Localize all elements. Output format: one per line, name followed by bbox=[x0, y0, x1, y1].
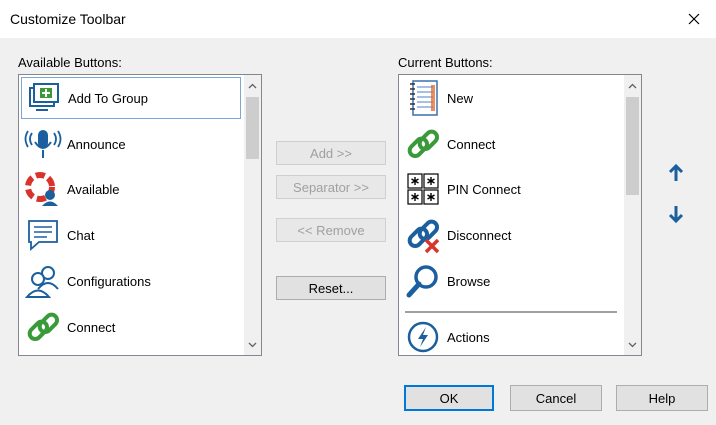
browse-icon bbox=[401, 260, 445, 302]
available-icon bbox=[21, 168, 65, 210]
scroll-up-arrow-icon[interactable] bbox=[624, 77, 641, 94]
list-item-label: Browse bbox=[447, 273, 491, 289]
current-item-actions[interactable]: Actions bbox=[401, 316, 490, 355]
arrow-up-icon bbox=[668, 164, 684, 181]
list-item-label: Connect bbox=[447, 136, 496, 152]
ok-button[interactable]: OK bbox=[404, 385, 494, 411]
list-item-label: Chat bbox=[67, 227, 95, 243]
pin-connect-icon bbox=[401, 168, 445, 210]
current-item-browse[interactable]: Browse bbox=[401, 260, 490, 302]
list-item-label: PIN Connect bbox=[447, 181, 521, 197]
list-item-label: Connect bbox=[67, 319, 116, 335]
list-item-label: Actions bbox=[447, 329, 490, 345]
current-buttons-label: Current Buttons: bbox=[398, 55, 493, 70]
current-item-new[interactable]: New bbox=[401, 77, 473, 119]
current-item-connect[interactable]: Connect bbox=[401, 123, 495, 165]
connect-icon bbox=[21, 306, 65, 348]
separator-line[interactable] bbox=[405, 311, 617, 313]
window-title: Customize Toolbar bbox=[10, 11, 126, 27]
remove-button[interactable]: << Remove bbox=[276, 218, 386, 242]
available-item-add-to-group[interactable]: Add To Group bbox=[21, 77, 241, 119]
available-item-connect[interactable]: Connect bbox=[21, 306, 115, 348]
list-item-label: Disconnect bbox=[447, 227, 512, 243]
scrollbar-thumb[interactable] bbox=[246, 97, 259, 159]
available-item-chat[interactable]: Chat bbox=[21, 214, 94, 256]
help-button[interactable]: Help bbox=[616, 385, 708, 411]
scrollbar-thumb[interactable] bbox=[626, 97, 639, 195]
reset-button[interactable]: Reset... bbox=[276, 276, 386, 300]
available-scrollbar[interactable] bbox=[244, 75, 261, 355]
current-buttons-list[interactable]: New Connect PIN Connect Disconnect Brows… bbox=[398, 74, 642, 356]
move-down-button[interactable] bbox=[664, 202, 688, 226]
configurations-icon bbox=[21, 260, 65, 302]
scroll-down-arrow-icon[interactable] bbox=[624, 336, 641, 353]
separator-button[interactable]: Separator >> bbox=[276, 175, 386, 199]
available-item-announce[interactable]: Announce bbox=[21, 123, 126, 165]
current-scrollbar[interactable] bbox=[624, 75, 641, 355]
chat-icon bbox=[21, 214, 65, 256]
list-item-label: Add To Group bbox=[68, 90, 148, 106]
list-item-label: Configurations bbox=[67, 273, 151, 289]
add-to-group-icon bbox=[22, 77, 66, 119]
close-button[interactable] bbox=[672, 0, 716, 38]
current-item-pin-connect[interactable]: PIN Connect bbox=[401, 168, 521, 210]
move-up-button[interactable] bbox=[664, 161, 688, 185]
close-icon bbox=[688, 13, 700, 25]
list-item-label: Available bbox=[67, 181, 120, 197]
announce-icon bbox=[21, 123, 65, 165]
scroll-up-arrow-icon[interactable] bbox=[244, 77, 261, 94]
cancel-button[interactable]: Cancel bbox=[510, 385, 602, 411]
connect-icon bbox=[401, 123, 445, 165]
title-bar: Customize Toolbar bbox=[0, 0, 716, 38]
available-item-available[interactable]: Available bbox=[21, 168, 120, 210]
disconnect-icon bbox=[401, 214, 445, 256]
arrow-down-icon bbox=[668, 206, 684, 223]
scroll-down-arrow-icon[interactable] bbox=[244, 336, 261, 353]
actions-icon bbox=[401, 316, 445, 355]
current-item-disconnect[interactable]: Disconnect bbox=[401, 214, 511, 256]
available-item-configurations[interactable]: Configurations bbox=[21, 260, 151, 302]
add-button[interactable]: Add >> bbox=[276, 141, 386, 165]
new-icon bbox=[401, 77, 445, 119]
list-item-label: Announce bbox=[67, 136, 126, 152]
list-item-label: New bbox=[447, 90, 474, 106]
available-buttons-label: Available Buttons: bbox=[18, 55, 122, 70]
available-buttons-list[interactable]: Add To Group Announce Available Chat Con… bbox=[18, 74, 262, 356]
